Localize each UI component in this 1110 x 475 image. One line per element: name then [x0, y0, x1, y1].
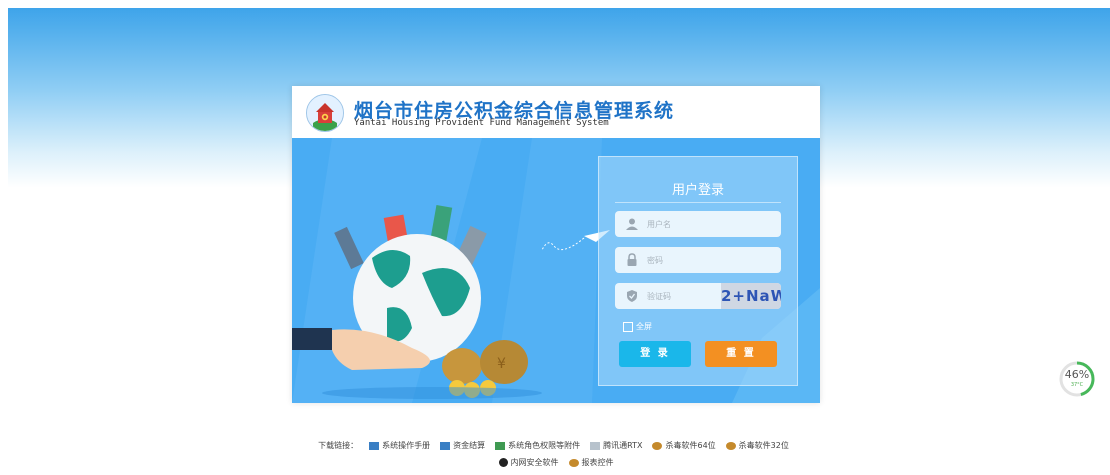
- lock-icon: [625, 253, 639, 267]
- document-icon: [369, 441, 380, 450]
- gauge-temperature: 37°C: [1070, 382, 1084, 388]
- svg-text:¥: ¥: [497, 356, 506, 372]
- download-link[interactable]: 杀毒软件64位: [652, 437, 716, 454]
- download-link[interactable]: 系统角色权限等附件: [495, 437, 580, 454]
- login-panel: 烟台市住房公积金综合信息管理系统 Yantai Housing Providen…: [292, 86, 820, 403]
- download-link[interactable]: 系统操作手册: [369, 437, 430, 454]
- user-icon: [625, 217, 639, 231]
- shield-icon: [625, 289, 639, 303]
- login-form: 用户登录 2+NaW: [598, 156, 798, 386]
- page-subtitle: Yantai Housing Provident Fund Management…: [354, 118, 609, 128]
- download-link[interactable]: 报表控件: [568, 454, 614, 471]
- logo-icon: [306, 94, 344, 132]
- reset-button[interactable]: 重 置: [705, 341, 777, 367]
- chat-icon: [590, 441, 601, 450]
- login-title: 用户登录: [671, 183, 724, 198]
- gear-icon: [498, 458, 508, 467]
- gauge-percent: 46%: [1064, 368, 1090, 381]
- performance-gauge[interactable]: 46% 37°C: [1058, 360, 1096, 398]
- checkbox-square-icon[interactable]: [623, 321, 633, 332]
- hero-illustration: ¥ 用户登录 用户名 验证码 2+NaW 全屏 登 录 重 置: [292, 138, 820, 403]
- download-link[interactable]: 内网安全软件: [498, 454, 559, 471]
- document-icon: [440, 441, 451, 450]
- username-field[interactable]: [615, 211, 781, 237]
- download-links: 下载链接： 系统操作手册 资金结算 系统角色权限等附件 腾讯通RTX 杀毒软件6…: [286, 437, 826, 471]
- report-icon: [568, 458, 579, 467]
- captcha-field[interactable]: 2+NaW: [615, 283, 781, 309]
- login-button[interactable]: 登 录: [619, 341, 691, 367]
- captcha-image[interactable]: 2+NaW: [721, 283, 781, 309]
- download-link[interactable]: 资金结算: [440, 437, 485, 454]
- header-banner: 烟台市住房公积金综合信息管理系统 Yantai Housing Providen…: [292, 86, 820, 138]
- download-link[interactable]: 杀毒软件32位: [725, 437, 789, 454]
- login-divider: [615, 202, 781, 203]
- antivirus-icon: [652, 441, 663, 450]
- download-label: 下载链接：: [318, 441, 359, 450]
- spreadsheet-icon: [495, 441, 506, 450]
- password-input[interactable]: [647, 251, 737, 269]
- download-link[interactable]: 腾讯通RTX: [590, 437, 642, 454]
- username-input[interactable]: [647, 215, 737, 233]
- fullscreen-checkbox[interactable]: 全屏: [623, 321, 652, 332]
- fullscreen-label: 全屏: [636, 322, 652, 331]
- antivirus-icon: [725, 441, 736, 450]
- password-field[interactable]: [615, 247, 781, 273]
